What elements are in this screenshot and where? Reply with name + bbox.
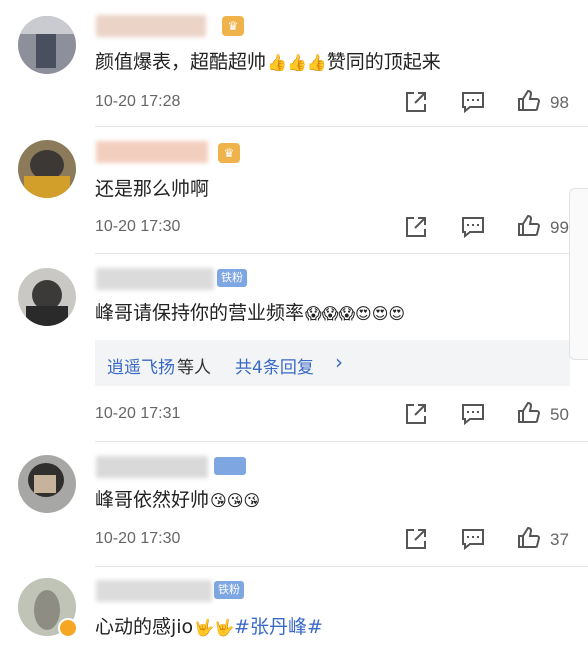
comment-time: 10-20 17:31 <box>95 405 181 422</box>
avatar[interactable] <box>18 16 76 74</box>
share-icon[interactable] <box>404 215 428 239</box>
comment-text: 心动的感jio🤟🤟#张丹峰# <box>95 613 323 642</box>
divider <box>95 441 588 442</box>
chevron-right-icon: › <box>335 350 343 374</box>
avatar[interactable] <box>18 455 76 513</box>
topic-hashtag-link[interactable]: #张丹峰# <box>234 616 323 638</box>
vip-crown-icon: ♛ <box>218 143 240 163</box>
username-blurred[interactable] <box>96 580 212 602</box>
comment-time: 10-20 17:30 <box>95 218 181 235</box>
scrollbar[interactable] <box>569 188 588 360</box>
emoji-group: 🤟🤟 <box>194 618 235 637</box>
comment-icon[interactable] <box>461 527 485 551</box>
reply-username[interactable]: 逍遥飞扬 <box>107 353 175 378</box>
share-icon[interactable] <box>404 527 428 551</box>
like-count: 50 <box>550 405 569 424</box>
divider <box>95 253 588 254</box>
reply-others: 等人 <box>177 358 211 378</box>
like-count: 99 <box>550 218 569 237</box>
divider <box>95 566 588 567</box>
username-blurred[interactable] <box>96 456 208 478</box>
thumbs-up-icon[interactable] <box>517 214 541 238</box>
comment-icon[interactable] <box>461 215 485 239</box>
verified-badge-icon <box>58 618 78 638</box>
comment-text: 峰哥请保持你的营业频率😱😱😱😍😍😍 <box>95 299 405 328</box>
thumbs-up-icon[interactable] <box>517 89 541 113</box>
comment-text: 峰哥依然好帅😘😘😘 <box>95 486 260 515</box>
share-icon[interactable] <box>404 90 428 114</box>
fan-badge: 铁粉 <box>214 581 244 599</box>
comment-icon[interactable] <box>461 90 485 114</box>
avatar[interactable] <box>18 268 76 326</box>
avatar[interactable] <box>18 140 76 198</box>
comment-icon[interactable] <box>461 402 485 426</box>
thumbs-up-icon[interactable] <box>517 401 541 425</box>
reply-count-link[interactable]: 共4条回复 <box>235 353 314 378</box>
thumbs-emoji: 👍👍👍 <box>267 53 327 72</box>
fan-badge <box>214 457 246 475</box>
divider <box>95 126 588 127</box>
avatar[interactable] <box>18 578 78 638</box>
comment-text: 颜值爆表，超酷超帅👍👍👍赞同的顶起来 <box>95 48 441 77</box>
emoji-group: 😘😘😘 <box>210 491 261 510</box>
comment-time: 10-20 17:28 <box>95 93 181 110</box>
username-blurred[interactable] <box>96 268 214 290</box>
share-icon[interactable] <box>404 402 428 426</box>
username-blurred[interactable] <box>96 15 206 37</box>
thumbs-up-icon[interactable] <box>517 526 541 550</box>
comment-text: 还是那么帅啊 <box>95 178 210 200</box>
like-count: 37 <box>550 530 569 549</box>
emoji-group: 😱😱😱😍😍😍 <box>305 304 406 323</box>
username-blurred[interactable] <box>96 141 208 163</box>
comment-time: 10-20 17:30 <box>95 530 181 547</box>
like-count: 98 <box>550 93 569 112</box>
vip-crown-icon: ♛ <box>222 16 244 36</box>
fan-badge: 铁粉 <box>217 269 247 287</box>
replies-box[interactable]: 逍遥飞扬 等人 共4条回复 › <box>95 340 570 386</box>
